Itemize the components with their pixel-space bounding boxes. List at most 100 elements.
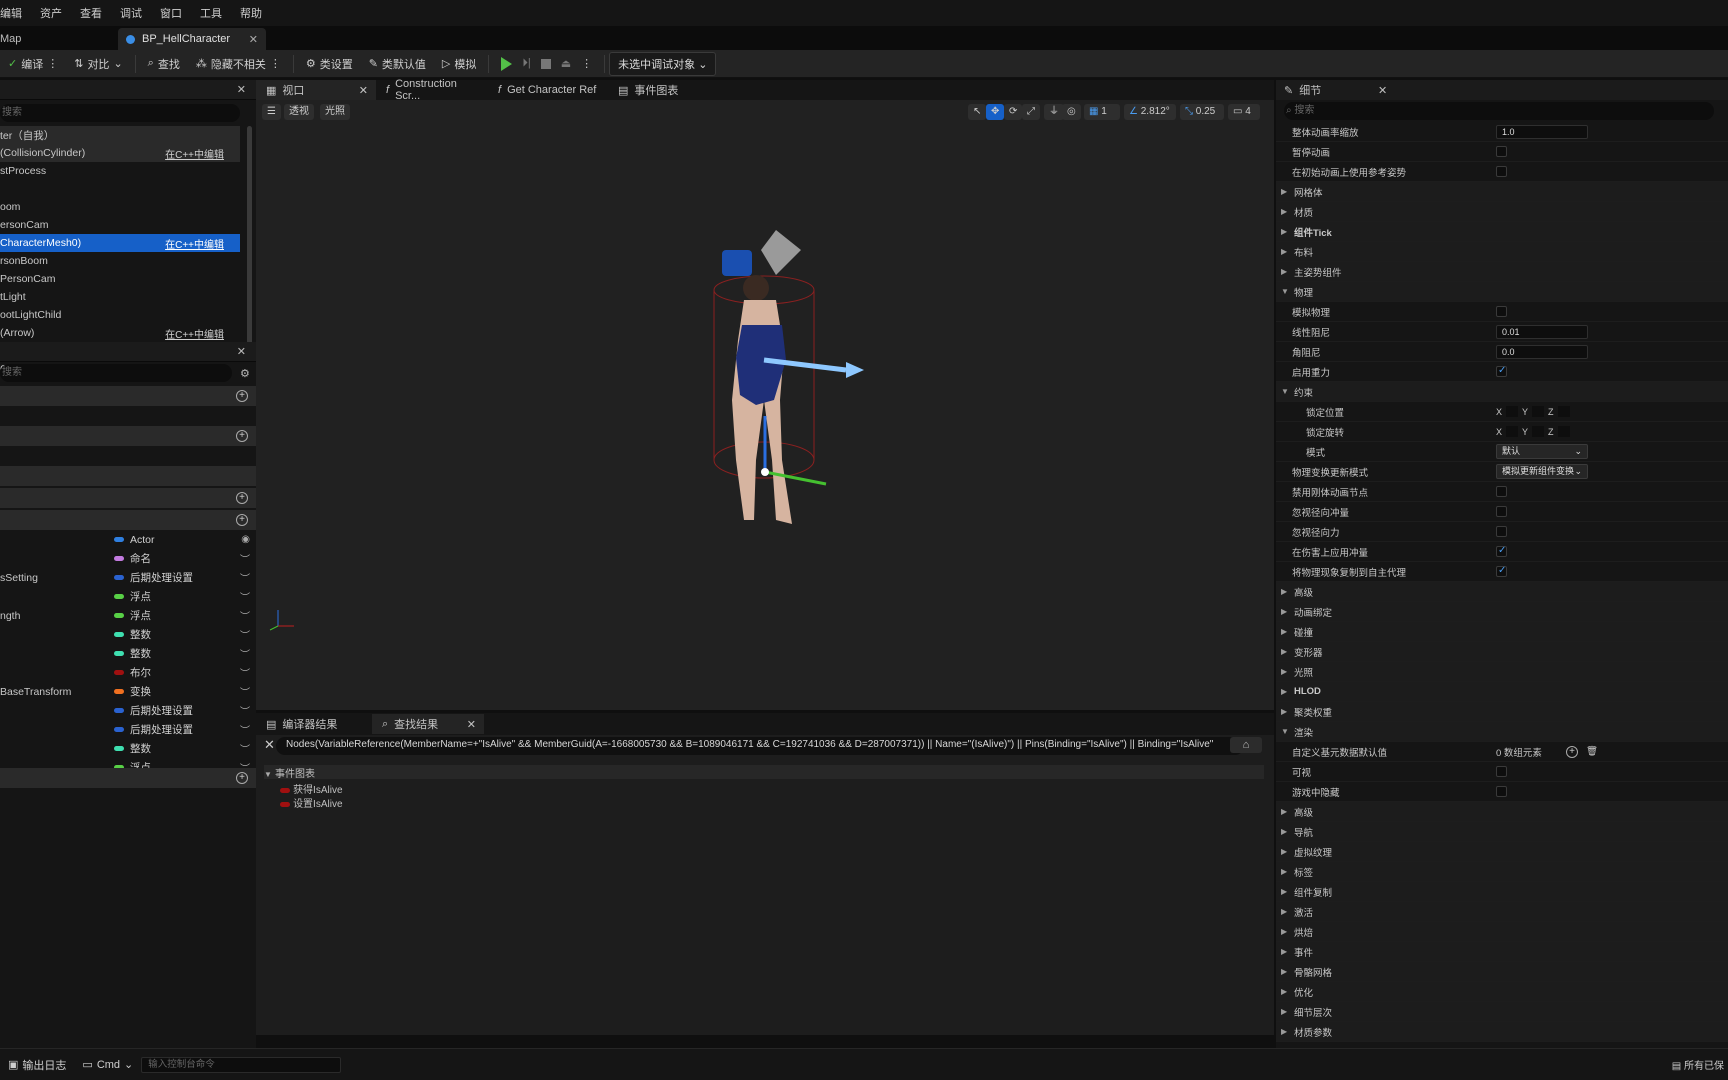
category-header[interactable]: ▶ 碰撞	[1276, 622, 1728, 642]
add-icon[interactable]: +	[236, 514, 248, 526]
property-checkbox[interactable]	[1496, 306, 1507, 317]
axis-checkbox[interactable]	[1557, 426, 1570, 437]
variable-type[interactable]: 浮点	[114, 589, 151, 604]
output-log-button[interactable]: ▣ 输出日志	[0, 1053, 74, 1077]
simulate-button[interactable]: ▷ 模拟	[434, 52, 484, 76]
component-item[interactable]: ersonCam	[0, 216, 240, 234]
axis-checkbox[interactable]	[1506, 406, 1519, 417]
eye-closed-icon[interactable]: ︶	[240, 551, 250, 566]
eye-closed-icon[interactable]: ︶	[240, 570, 250, 585]
variable-row[interactable]: 整数 ︶	[0, 625, 256, 644]
axis-checkbox[interactable]	[1506, 426, 1519, 437]
section-variables[interactable]: +	[0, 510, 256, 530]
variable-row[interactable]: 浮点 ︶	[0, 587, 256, 606]
stop-icon[interactable]	[540, 58, 551, 69]
variable-type[interactable]: 布尔	[114, 665, 151, 680]
section-graphs[interactable]: +	[0, 386, 256, 406]
property-checkbox[interactable]	[1496, 365, 1507, 377]
variable-row[interactable]: 整数 ︶	[0, 644, 256, 663]
variable-row[interactable]: 布尔 ︶	[0, 663, 256, 682]
variable-type[interactable]: 整数	[114, 627, 151, 642]
component-item[interactable]: ootLightChild	[0, 306, 240, 324]
component-item[interactable]: ter（自我）	[0, 126, 240, 144]
category-header[interactable]: ▶ 材质	[1276, 202, 1728, 222]
save-status[interactable]: ▤ 所有已保	[1672, 1057, 1728, 1072]
components-search-input[interactable]: 搜索	[0, 104, 240, 122]
close-icon[interactable]: ✕	[237, 83, 246, 96]
tab-find-results[interactable]: ⌕ 查找结果 ✕	[372, 714, 484, 734]
category-header[interactable]: ▶ 激活	[1276, 902, 1728, 922]
variable-row[interactable]: 后期处理设置 ︶	[0, 701, 256, 720]
section-interfaces[interactable]	[0, 466, 256, 486]
variable-type[interactable]: 整数	[114, 646, 151, 661]
tab-get-character-ref[interactable]: f Get Character Ref	[488, 80, 608, 100]
variable-type[interactable]: 整数	[114, 741, 151, 756]
axis-checkbox[interactable]	[1532, 406, 1545, 417]
category-header[interactable]: ▶ 光照	[1276, 662, 1728, 682]
category-header[interactable]: ▶ 虚拟纹理	[1276, 842, 1728, 862]
viewport[interactable]: ☰ 透视 光照 ↖ ✥ ⟳ ⤢ ⏚ ◎ ▦ 1 ∠ 2.812° ⤡ 0.25 …	[256, 100, 1274, 710]
property-checkbox[interactable]	[1496, 786, 1507, 797]
category-header[interactable]: ▶ 组件复制	[1276, 882, 1728, 902]
property-checkbox[interactable]	[1496, 766, 1507, 777]
variable-row[interactable]: sSetting 后期处理设置 ︶	[0, 568, 256, 587]
variable-row[interactable]: 整数 ︶	[0, 739, 256, 758]
category-header[interactable]: ▶ 主姿势组件	[1276, 262, 1728, 282]
tab-construction-script[interactable]: f Construction Scr...	[376, 78, 488, 102]
component-item[interactable]	[0, 180, 240, 198]
property-checkbox[interactable]	[1496, 506, 1507, 517]
property-dropdown[interactable]: 默认 ⌄	[1496, 444, 1588, 459]
find-in-all-icon[interactable]: ⌂	[1230, 737, 1262, 753]
menu-item[interactable]: 资产	[31, 5, 71, 21]
gizmo-origin[interactable]	[761, 468, 769, 476]
variable-type[interactable]: 命名	[114, 551, 151, 566]
category-header[interactable]: ▶ 骨骼网格	[1276, 962, 1728, 982]
more-options-icon[interactable]: ⋮	[47, 57, 58, 70]
menu-item[interactable]: 帮助	[231, 5, 271, 21]
property-number-field[interactable]: 0.01	[1496, 324, 1588, 339]
variable-row[interactable]: BaseTransform 变换 ︶	[0, 682, 256, 701]
debug-target-select[interactable]: 未选中调试对象 ⌄	[609, 51, 717, 76]
category-header[interactable]: ▶ 烘焙	[1276, 922, 1728, 942]
more-options-icon[interactable]: ⋮	[581, 57, 592, 70]
axis-lock-checkboxes[interactable]: X Y Z	[1496, 406, 1570, 417]
add-icon[interactable]: +	[236, 492, 248, 504]
my-blueprint-search-input[interactable]: 搜索	[0, 364, 232, 382]
category-header[interactable]: ▶ 聚类权重	[1276, 702, 1728, 722]
result-item[interactable]: 设置IsAlive	[280, 795, 343, 810]
variable-row[interactable]: ngth 浮点 ︶	[0, 606, 256, 625]
menu-item[interactable]: 窗口	[151, 5, 191, 21]
axis-checkbox[interactable]	[1532, 426, 1545, 437]
character-preview[interactable]	[256, 100, 1274, 710]
variable-row[interactable]: 后期处理设置 ︶	[0, 720, 256, 739]
tab-bp-hellcharacter[interactable]: BP_HellCharacter ✕	[118, 28, 266, 50]
section-macros[interactable]: +	[0, 488, 256, 508]
property-number-field[interactable]: 0.0	[1496, 344, 1588, 359]
variable-row[interactable]: 命名 ︶	[0, 549, 256, 568]
step-icon[interactable]: ⏵|	[522, 57, 530, 70]
hide-unrelated-button[interactable]: ⁂ 隐藏不相关 ⋮	[188, 52, 289, 76]
category-header[interactable]: ▶ 布料	[1276, 242, 1728, 262]
component-item[interactable]: CharacterMesh0) 在C++中编辑	[0, 234, 240, 252]
category-header[interactable]: ▶ 组件Tick	[1276, 222, 1728, 242]
property-checkbox[interactable]	[1496, 526, 1507, 537]
variable-type[interactable]: 浮点	[114, 608, 151, 623]
play-icon[interactable]	[501, 56, 513, 71]
category-header[interactable]: ▼ 渲染	[1276, 722, 1728, 742]
component-item[interactable]: stProcess	[0, 162, 240, 180]
result-tree-root[interactable]: ▼ 事件图表	[264, 765, 1264, 780]
variable-type[interactable]: 后期处理设置	[114, 703, 193, 718]
axis-lock-checkboxes[interactable]: X Y Z	[1496, 426, 1570, 437]
category-header[interactable]: ▶ 高级	[1276, 802, 1728, 822]
tab-compiler-results[interactable]: ▤ 编译器结果	[256, 714, 372, 734]
eye-closed-icon[interactable]: ︶	[240, 741, 250, 756]
property-checkbox[interactable]	[1496, 545, 1507, 557]
variable-type[interactable]: 变换	[114, 684, 151, 699]
add-icon[interactable]: +	[236, 430, 248, 442]
eject-icon[interactable]: ⏏	[561, 57, 571, 70]
axis-checkbox[interactable]	[1557, 406, 1570, 417]
eye-closed-icon[interactable]: ︶	[240, 627, 250, 642]
trash-icon[interactable]: 🗑	[1586, 746, 1598, 757]
variable-type[interactable]: Actor	[114, 534, 155, 546]
class-defaults-button[interactable]: ✎ 类默认值	[361, 52, 434, 76]
